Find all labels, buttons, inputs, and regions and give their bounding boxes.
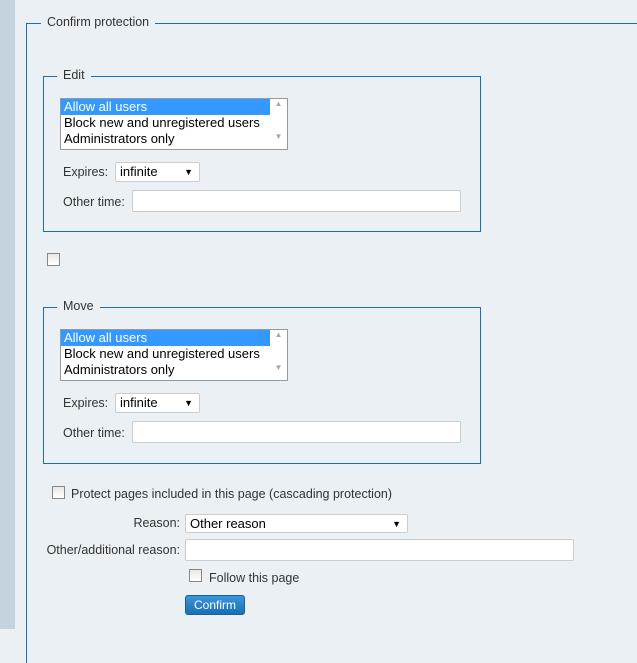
move-level-listbox[interactable]: Allow all users Block new and unregister… bbox=[60, 329, 288, 381]
scroll-up-icon[interactable]: ▲ bbox=[270, 330, 287, 339]
scrollbar[interactable]: ▲ ▼ bbox=[270, 330, 287, 380]
edit-legend: Edit bbox=[57, 68, 91, 82]
other-reason-label: Other/additional reason: bbox=[46, 543, 180, 557]
chevron-down-icon: ▼ bbox=[184, 398, 193, 408]
fieldset-legend: Confirm protection bbox=[41, 15, 156, 29]
move-other-time-input[interactable] bbox=[132, 421, 461, 443]
cascade-label: Protect pages included in this page (cas… bbox=[71, 487, 393, 501]
move-expires-select[interactable]: infinite ▼ bbox=[115, 393, 200, 413]
select-value: Other reason bbox=[190, 516, 266, 531]
other-time-label: Other time: bbox=[63, 195, 125, 209]
listbox-option[interactable]: Allow all users bbox=[61, 99, 270, 115]
listbox-option[interactable]: Administrators only bbox=[61, 362, 270, 378]
chevron-down-icon: ▼ bbox=[392, 519, 401, 529]
expires-label: Expires: bbox=[63, 165, 109, 179]
move-legend: Move bbox=[57, 299, 100, 313]
listbox-option[interactable]: Allow all users bbox=[61, 330, 270, 346]
reason-label: Reason: bbox=[133, 516, 180, 530]
listbox-option[interactable]: Administrators only bbox=[61, 131, 270, 147]
edit-level-listbox[interactable]: Allow all users Block new and unregister… bbox=[60, 98, 288, 150]
scrollbar[interactable]: ▲ ▼ bbox=[270, 99, 287, 149]
edit-other-time-input[interactable] bbox=[132, 190, 461, 212]
other-time-label: Other time: bbox=[63, 426, 125, 440]
left-sidebar-edge bbox=[0, 0, 15, 629]
follow-checkbox[interactable] bbox=[189, 569, 202, 582]
select-value: infinite bbox=[120, 395, 158, 410]
cascade-checkbox[interactable] bbox=[52, 486, 65, 499]
other-reason-input[interactable] bbox=[185, 539, 574, 561]
reason-select[interactable]: Other reason ▼ bbox=[185, 514, 408, 533]
scroll-down-icon[interactable]: ▼ bbox=[270, 363, 287, 372]
expires-label: Expires: bbox=[63, 396, 109, 410]
listbox-option[interactable]: Block new and unregistered users bbox=[61, 346, 270, 362]
unlock-move-checkbox[interactable] bbox=[47, 253, 60, 266]
select-value: infinite bbox=[120, 164, 158, 179]
confirm-button[interactable]: Confirm bbox=[185, 595, 245, 615]
listbox-option[interactable]: Block new and unregistered users bbox=[61, 115, 270, 131]
scroll-up-icon[interactable]: ▲ bbox=[270, 99, 287, 108]
scroll-down-icon[interactable]: ▼ bbox=[270, 132, 287, 141]
follow-label: Follow this page bbox=[209, 571, 300, 585]
edit-expires-select[interactable]: infinite ▼ bbox=[115, 162, 200, 182]
chevron-down-icon: ▼ bbox=[184, 167, 193, 177]
